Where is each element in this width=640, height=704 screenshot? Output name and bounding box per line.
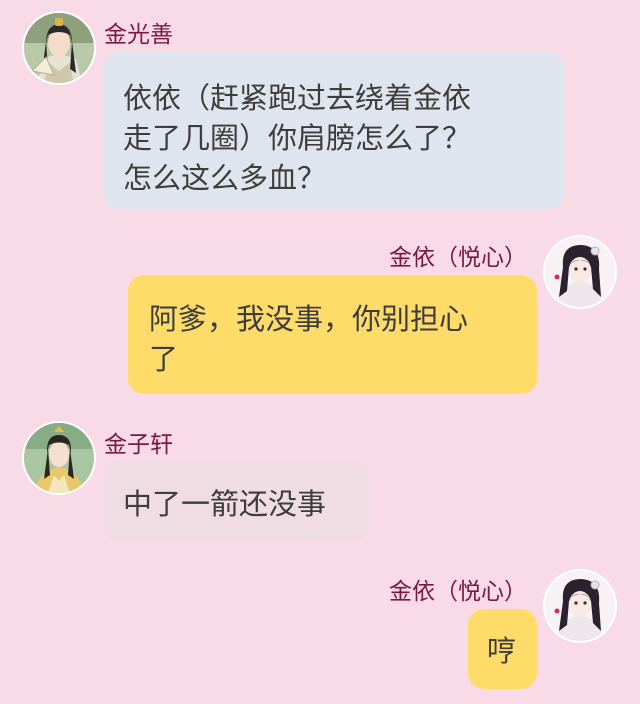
message-bubble[interactable]: 依依（赶紧跑过去绕着金依 走了几圈）你肩膀怎么了？ 怎么这么多血？: [103, 52, 565, 209]
message-text: 依依（赶紧跑过去绕着金依: [123, 81, 472, 115]
young-man-avatar-icon[interactable]: [24, 423, 94, 493]
chat-conversation: 金光善 依依（赶紧跑过去绕着金依 走了几圈）你肩膀怎么了？ 怎么这么多血？ 金依…: [0, 0, 640, 704]
sender-name: 金子轩: [104, 432, 173, 458]
message-text: 怎么这么多血？: [123, 161, 327, 195]
message-text: 哼: [487, 634, 517, 668]
message-text: 中了一箭还没事: [123, 487, 327, 521]
message-text: 走了几圈）你肩膀怎么了？: [123, 121, 472, 155]
elder-man-avatar-icon[interactable]: [24, 13, 94, 83]
message-text: 了: [149, 342, 179, 376]
girl-avatar-icon[interactable]: [545, 571, 615, 641]
girl-avatar-icon[interactable]: [545, 237, 615, 307]
message-text: 阿爹，我没事，你别担心: [149, 302, 469, 336]
message-bubble[interactable]: 中了一箭还没事: [103, 462, 369, 542]
message-bubble[interactable]: 阿爹，我没事，你别担心 了: [128, 275, 537, 394]
sender-name: 金光善: [104, 22, 173, 48]
sender-name: 金依（悦心）: [389, 579, 527, 605]
sender-name: 金依（悦心）: [389, 245, 527, 271]
message-bubble[interactable]: 哼: [468, 609, 537, 689]
